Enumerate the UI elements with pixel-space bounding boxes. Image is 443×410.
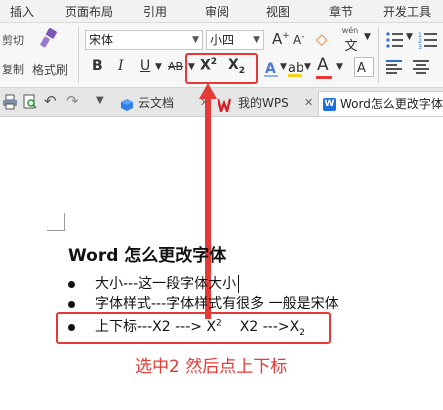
example-line-highlight [56, 312, 331, 344]
text-cursor [238, 275, 240, 293]
cut-button[interactable]: 剪切 [2, 32, 24, 48]
cloud-doc-icon [120, 96, 134, 111]
divider [78, 27, 79, 83]
char-border-icon[interactable]: A [354, 57, 374, 77]
close-icon[interactable]: ✕ [304, 91, 313, 115]
broom-icon[interactable] [38, 27, 60, 51]
menu-developer-tools[interactable]: 开发工具 [383, 3, 431, 20]
document-line-2[interactable]: 字体样式---字体样式有很多 一般是宋体 [95, 293, 339, 313]
font-name-value: 宋体 [89, 33, 114, 47]
svg-text:A: A [357, 61, 366, 76]
font-color-swatch [316, 76, 332, 79]
tab-my-wps[interactable]: 我的WPS ✕ [214, 91, 313, 116]
tab-label: 云文档 [138, 96, 175, 110]
clear-format-icon[interactable]: ◇ [316, 30, 328, 48]
wen-pinyin: wén [341, 26, 359, 35]
format-painter-label[interactable]: 格式刷 [32, 61, 68, 78]
chevron-down-icon[interactable]: ▼ [155, 62, 162, 72]
superscript-subscript-highlight [185, 53, 258, 84]
chevron-down-icon[interactable]: ▼ [192, 31, 199, 49]
shrink-font-icon: A [293, 33, 302, 47]
menu-insert[interactable]: 插入 [10, 3, 34, 20]
menu-page-layout[interactable]: 页面布局 [65, 3, 113, 20]
document-line-1[interactable]: 大小---这一段字体大小 [95, 273, 240, 293]
italic-button[interactable]: I [118, 58, 124, 74]
menu-references[interactable]: 引用 [143, 3, 167, 20]
chevron-down-icon[interactable]: ▼ [336, 62, 343, 72]
chevron-down-icon[interactable]: ▼ [253, 31, 260, 49]
menu-section[interactable]: 章节 [329, 3, 353, 20]
menu-view[interactable]: 视图 [266, 3, 290, 20]
undo-icon[interactable]: ↶ [44, 92, 57, 110]
wps-logo-icon [216, 96, 234, 116]
shrink-font-button[interactable]: A- [293, 32, 304, 47]
svg-text:A: A [265, 61, 276, 77]
document-tab-bar: ↶ ↷ ▼ 云文档 ✕ 我的WPS ✕ W Word怎么更改字体 [0, 88, 443, 117]
bold-button[interactable]: B [92, 58, 103, 74]
svg-text:3: 3 [418, 44, 422, 49]
font-color-button[interactable]: A [317, 55, 329, 75]
highlight-icon[interactable]: ab [287, 58, 304, 78]
chevron-down-icon[interactable]: ▼ [96, 95, 104, 106]
document-heading[interactable]: Word 怎么更改字体 [68, 241, 226, 266]
grow-font-icon: A [272, 30, 283, 48]
align-left-icon[interactable] [385, 59, 403, 75]
svg-text:ab: ab [288, 61, 303, 76]
phonetic-guide-button[interactable]: wén 文 [340, 26, 360, 54]
tab-cloud-docs[interactable]: 云文档 ✕ [114, 91, 209, 115]
chevron-down-icon[interactable]: ▼ [304, 62, 311, 72]
redo-icon[interactable]: ↷ [66, 92, 79, 110]
copy-button[interactable]: 复制 [2, 61, 24, 77]
word-doc-icon: W [323, 98, 336, 111]
wen-char: 文 [344, 39, 358, 54]
bullet [68, 281, 75, 288]
effects-icon[interactable]: A [263, 58, 279, 78]
bullet [68, 301, 75, 308]
menu-bar: 插入 页面布局 引用 审阅 视图 章节 开发工具 [0, 0, 443, 23]
grow-font-button[interactable]: A+ [272, 30, 290, 48]
divider [378, 27, 379, 83]
page-corner-mark [47, 230, 65, 231]
font-size-value: 小四 [210, 33, 235, 47]
annotation-caption: 选中2 然后点上下标 [135, 357, 288, 377]
page-corner-mark [64, 213, 65, 231]
chevron-down-icon[interactable]: ▼ [280, 62, 287, 72]
strikethrough-button[interactable]: AB [168, 60, 183, 73]
font-color-letter: A [317, 55, 329, 75]
bullet-list-icon[interactable] [385, 31, 405, 49]
font-size-select[interactable]: 小四 ▼ [206, 30, 264, 50]
chevron-down-icon[interactable]: ▼ [406, 32, 413, 42]
tab-active-document[interactable]: W Word怎么更改字体 [318, 91, 443, 116]
font-name-select[interactable]: 宋体 ▼ [85, 30, 203, 50]
tab-label: Word怎么更改字体 [340, 97, 443, 111]
align-center-icon[interactable] [412, 59, 430, 75]
chevron-down-icon[interactable]: ▼ [364, 32, 371, 42]
print-preview-icon[interactable] [22, 94, 38, 110]
numbered-list-icon[interactable]: 1 2 3 [418, 31, 440, 51]
underline-button[interactable]: U [140, 58, 150, 74]
tab-label: 我的WPS [238, 96, 289, 110]
menu-review[interactable]: 审阅 [205, 3, 229, 20]
print-icon[interactable] [2, 94, 18, 110]
line-text: 大小---这一段字体大小 [95, 276, 237, 292]
